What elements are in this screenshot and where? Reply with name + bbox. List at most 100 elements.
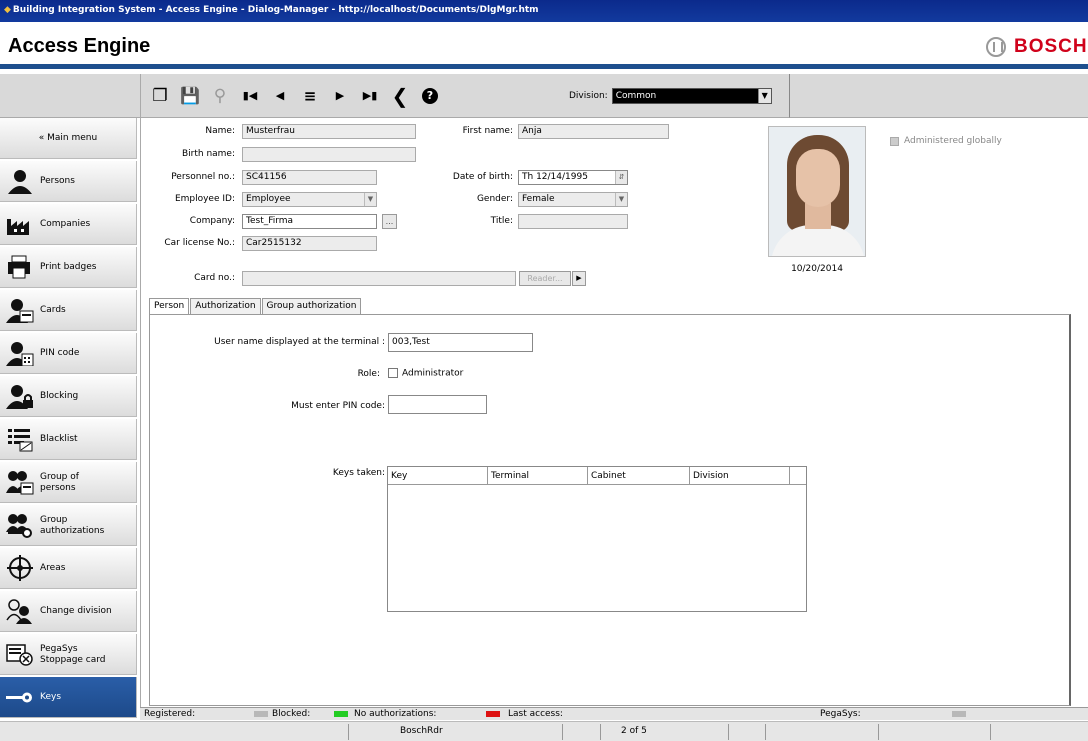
checkbox-icon[interactable] <box>388 368 398 378</box>
employee-id-value: Employee <box>246 194 291 204</box>
first-record-icon[interactable]: ▮◀ <box>237 83 263 109</box>
name-label: Name: <box>205 126 235 136</box>
sidebar-item-areas[interactable]: Areas <box>0 548 137 589</box>
sidebar-item-blacklist[interactable]: Blacklist <box>0 419 137 460</box>
sidebar-item-blocking[interactable]: Blocking <box>0 376 137 417</box>
car-license-field[interactable]: Car2515132 <box>242 236 377 251</box>
administered-globally-checkbox[interactable]: Administered globally <box>890 136 1002 146</box>
date-of-birth-label: Date of birth: <box>452 172 513 182</box>
sidebar-item-companies[interactable]: Companies <box>0 204 137 245</box>
sidebar-item-label: Areas <box>40 563 66 573</box>
new-record-icon[interactable]: ❐ <box>147 83 173 109</box>
reader-button[interactable]: Reader... <box>519 271 571 286</box>
name-field[interactable]: Musterfrau <box>242 124 416 139</box>
person-photo <box>768 126 866 257</box>
pin-label: Must enter PIN code: <box>291 401 385 411</box>
tab-authorization[interactable]: Authorization <box>190 298 261 314</box>
sidebar: « Main menu Persons Companies Print badg… <box>0 118 137 718</box>
group-card-icon <box>6 471 34 495</box>
status-registered-led <box>250 708 272 720</box>
main-menu-button[interactable]: « Main menu <box>0 118 137 159</box>
person-tab-panel: User name displayed at the terminal : 00… <box>149 314 1071 706</box>
sidebar-item-label: Keys <box>40 692 62 702</box>
division-dropdown[interactable]: Common ▼ <box>611 88 772 104</box>
chevron-down-icon[interactable]: ▼ <box>757 89 771 103</box>
sidebar-item-label: Companies <box>40 219 91 229</box>
status-bar: Registered: Blocked: No authorizations: … <box>140 707 1088 720</box>
role-administrator-label: Administrator <box>402 368 464 379</box>
crosshair-icon <box>7 555 33 581</box>
birth-name-field[interactable] <box>242 147 416 162</box>
chevron-down-icon[interactable]: ▼ <box>364 193 376 206</box>
toolbar: ❐ 💾 ⚲ ▮◀ ◀ ≡ ▶ ▶▮ ❮ ? Division: Common ▼ <box>140 74 790 118</box>
status-blocked-label: Blocked: <box>272 709 311 719</box>
bottom-bar: BoschRdr 2 of 5 <box>0 721 1088 741</box>
brand-name: BOSCH <box>1014 36 1088 57</box>
tab-group-authorization[interactable]: Group authorization <box>261 298 362 314</box>
chevron-down-icon[interactable]: ▼ <box>615 193 627 206</box>
back-icon[interactable]: ❮ <box>387 83 413 109</box>
sidebar-item-group-of-persons[interactable]: Group of persons <box>0 462 137 503</box>
sidebar-item-label: Blocking <box>40 391 79 401</box>
printer-icon <box>8 255 30 279</box>
gender-dropdown[interactable]: Female ▼ <box>518 192 628 207</box>
column-terminal[interactable]: Terminal <box>488 467 588 484</box>
first-name-field[interactable]: Anja <box>518 124 669 139</box>
app-header: Access Engine BOSCH <box>0 22 1088 69</box>
sidebar-item-pin-code[interactable]: PIN code <box>0 333 137 374</box>
sidebar-item-keys[interactable]: Keys <box>0 677 137 718</box>
sidebar-item-print-badges[interactable]: Print badges <box>0 247 137 288</box>
status-pegasys-led <box>948 708 970 720</box>
role-label: Role: <box>357 369 380 379</box>
previous-record-icon[interactable]: ◀ <box>267 83 293 109</box>
sidebar-item-label: Cards <box>40 305 66 315</box>
sidebar-item-label: Blacklist <box>40 434 78 444</box>
status-no-authorizations-led <box>482 708 504 720</box>
date-spinner-icon[interactable]: ⇵ <box>615 171 627 184</box>
column-key[interactable]: Key <box>388 467 488 484</box>
column-cabinet[interactable]: Cabinet <box>588 467 690 484</box>
division-value: Common <box>615 91 657 101</box>
keys-table[interactable]: Key Terminal Cabinet Division <box>387 466 807 612</box>
sidebar-item-persons[interactable]: Persons <box>0 161 137 202</box>
save-icon[interactable]: 💾 <box>177 83 203 109</box>
card-no-label: Card no.: <box>194 273 235 283</box>
personnel-no-field[interactable]: SC41156 <box>242 170 377 185</box>
sidebar-item-label: Group of persons <box>40 471 79 493</box>
sidebar-item-group-authorizations[interactable]: Group authorizations <box>0 505 137 546</box>
gender-label: Gender: <box>476 194 513 204</box>
reader-arrow-icon[interactable]: ▶ <box>572 271 586 286</box>
terminal-username-field[interactable]: 003,Test <box>388 333 533 352</box>
sidebar-item-label: PIN code <box>40 348 80 358</box>
company-browse-button[interactable]: ... <box>382 214 397 229</box>
sidebar-item-cards[interactable]: Cards <box>0 290 137 331</box>
window-title: Building Integration System - Access Eng… <box>12 5 539 15</box>
filter-search-icon[interactable]: ≡ <box>297 83 323 109</box>
sidebar-item-pegasys-stoppage-card[interactable]: PegaSys Stoppage card <box>0 634 137 675</box>
employee-id-dropdown[interactable]: Employee ▼ <box>242 192 377 207</box>
next-record-icon[interactable]: ▶ <box>327 83 353 109</box>
tab-person[interactable]: Person <box>149 298 190 315</box>
company-field[interactable]: Test_Firma <box>242 214 377 229</box>
checkbox-icon[interactable] <box>890 136 899 146</box>
status-no-authorizations-label: No authorizations: <box>354 709 437 719</box>
status-pegasys-label: PegaSys: <box>820 709 861 719</box>
last-record-icon[interactable]: ▶▮ <box>357 83 383 109</box>
main-menu-label: « Main menu <box>38 133 98 143</box>
first-name-label: First name: <box>462 126 513 136</box>
column-division[interactable]: Division <box>690 467 790 484</box>
car-license-label: Car license No.: <box>164 238 235 248</box>
sidebar-item-change-division[interactable]: Change division <box>0 591 137 632</box>
administered-globally-label: Administered globally <box>904 136 1002 146</box>
keys-table-header: Key Terminal Cabinet Division <box>388 467 806 485</box>
card-no-field[interactable] <box>242 271 516 286</box>
title-field[interactable] <box>518 214 628 229</box>
person-switch-icon <box>6 599 32 624</box>
date-of-birth-field[interactable]: Th 12/14/1995 ⇵ <box>518 170 628 185</box>
search-icon[interactable]: ⚲ <box>207 83 233 109</box>
personnel-no-label: Personnel no.: <box>171 172 235 182</box>
role-administrator-checkbox[interactable]: Administrator <box>388 368 463 379</box>
keys-taken-label: Keys taken: <box>332 468 385 478</box>
help-icon[interactable]: ? <box>417 83 443 109</box>
pin-field[interactable] <box>388 395 487 414</box>
